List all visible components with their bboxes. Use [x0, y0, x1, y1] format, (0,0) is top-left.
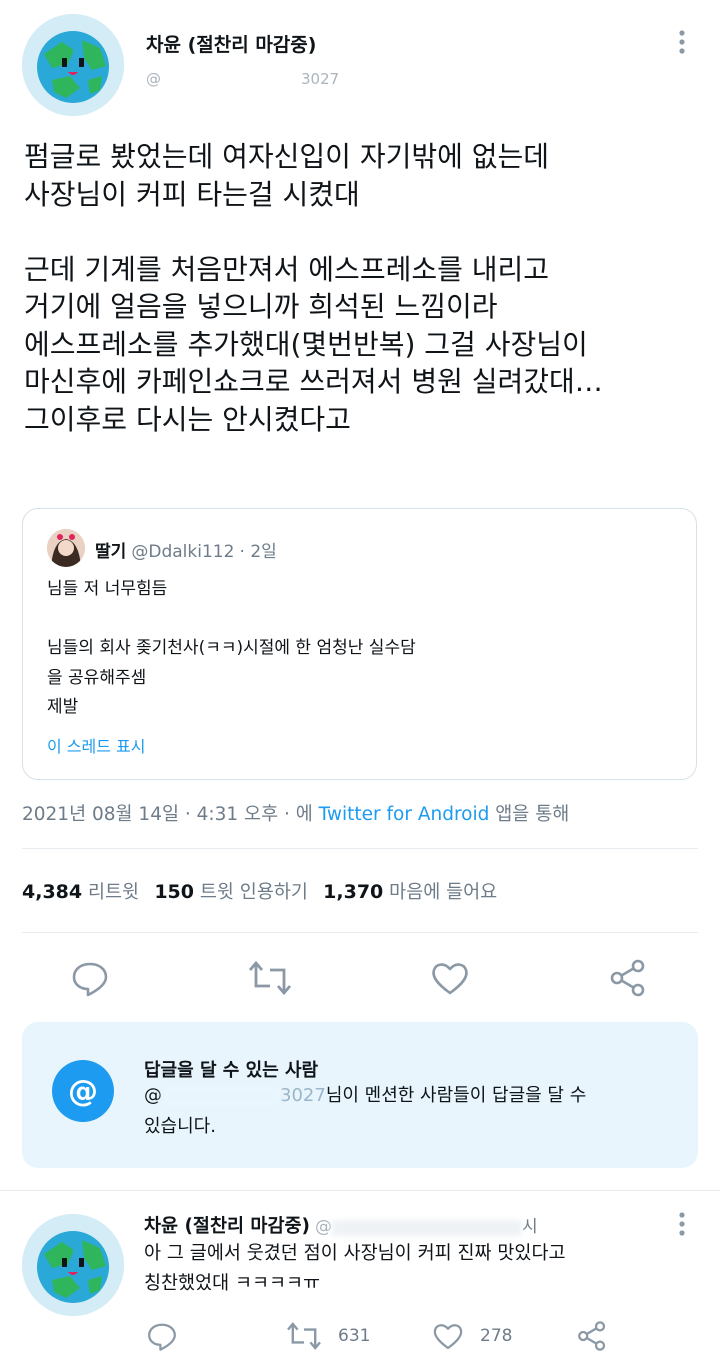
- reply-retweet-icon[interactable]: [286, 1320, 322, 1352]
- earth-mascot-avatar-image: [22, 1214, 124, 1316]
- reply-author-name[interactable]: 차윤 (절찬리 마감중): [144, 1216, 310, 1237]
- reply-author-avatar[interactable]: [22, 1214, 124, 1316]
- retweets-stat[interactable]: 4,384 리트윗: [22, 881, 140, 903]
- quoted-avatar-image: [47, 529, 85, 567]
- reply-share-icon[interactable]: [576, 1320, 608, 1352]
- quoted-tweet-card[interactable]: 딸기 @Ddalki112 · 2일 님들 저 너무힘듬 님들의 회사 좆기천사…: [22, 508, 697, 780]
- likes-count: 1,370: [323, 881, 384, 903]
- author-handle-tail: 3027: [301, 70, 340, 88]
- share-icon[interactable]: [608, 958, 648, 998]
- reply-restriction-body: @3027님이 멘션한 사람들이 답글을 달 수 있습니다.: [144, 1080, 674, 1142]
- restriction-handle-partial[interactable]: 3027: [280, 1085, 326, 1106]
- quoted-tweet-time: · 2일: [239, 542, 277, 562]
- likes-stat[interactable]: 1,370 마음에 들어요: [323, 881, 498, 903]
- reply-restriction-line2: 있습니다.: [144, 1116, 216, 1137]
- divider: [0, 1190, 720, 1191]
- divider: [22, 932, 698, 933]
- author-handle[interactable]: @3027: [146, 70, 339, 88]
- reply-author-handle[interactable]: @: [315, 1217, 332, 1237]
- retweet-icon[interactable]: [248, 958, 292, 998]
- reply-time: 시: [522, 1217, 538, 1237]
- reply-restriction-line1: 님이 멘션한 사람들이 답글을 달 수: [325, 1085, 587, 1106]
- quoted-author-name[interactable]: 딸기: [95, 542, 126, 562]
- reply-more-options-icon[interactable]: [672, 1210, 692, 1238]
- reply-like-count: 278: [480, 1326, 513, 1346]
- quoted-author-handle[interactable]: @Ddalki112: [131, 542, 234, 562]
- show-thread-link[interactable]: 이 스레드 표시: [47, 733, 146, 757]
- earth-mascot-avatar-image: [22, 14, 124, 116]
- quoted-author-avatar[interactable]: [47, 529, 85, 567]
- tweet-timestamp: 2021년 08월 14일 · 4:31 오후 · 에 Twitter for …: [22, 800, 569, 826]
- source-link[interactable]: Twitter for Android: [319, 804, 490, 825]
- reply-text: 아 그 글에서 웃겼던 점이 사장님이 커피 진짜 맛있다고 칭찬했었대 ㅋㅋㅋ…: [144, 1243, 566, 1294]
- reply-restriction-title: 답글을 달 수 있는 사람: [144, 1060, 319, 1081]
- like-icon[interactable]: [430, 958, 470, 998]
- quotes-count: 150: [154, 881, 194, 903]
- restriction-handle-prefix[interactable]: @: [144, 1085, 162, 1106]
- reply-retweet-count: 631: [338, 1326, 371, 1346]
- tweet-stats: 4,384 리트윗 150 트윗 인용하기 1,370 마음에 들어요: [22, 878, 497, 904]
- reply-icon[interactable]: [70, 958, 110, 998]
- timestamp-text: 2021년 08월 14일 · 4:31 오후 · 에: [22, 804, 313, 825]
- source-suffix: 앱을 통해: [495, 804, 570, 825]
- author-name[interactable]: 차윤 (절찬리 마감중): [146, 30, 316, 57]
- author-handle-prefix: @: [146, 70, 161, 88]
- quotes-stat[interactable]: 150 트윗 인용하기: [154, 881, 308, 903]
- tweet-text: 펌글로 봤었는데 여자신입이 자기밖에 없는데 사장님이 커피 타는걸 시켰대 …: [24, 140, 603, 436]
- author-avatar[interactable]: [22, 14, 124, 116]
- quotes-label: 트윗 인용하기: [199, 882, 308, 903]
- quoted-tweet-text: 님들 저 너무힘듬 님들의 회사 좆기천사(ㅋㅋ)시절에 한 엄청난 실수담 을…: [47, 579, 416, 717]
- retweets-count: 4,384: [22, 881, 83, 903]
- more-options-icon[interactable]: [672, 28, 692, 56]
- at-icon: @: [52, 1060, 114, 1122]
- reply-like-icon[interactable]: [432, 1320, 464, 1352]
- likes-label: 마음에 들어요: [389, 882, 498, 903]
- reply-reply-icon[interactable]: [146, 1320, 178, 1352]
- reply-restriction-box: @ 답글을 달 수 있는 사람 @3027님이 멘션한 사람들이 답글을 달 수…: [22, 1022, 698, 1168]
- retweets-label: 리트윗: [88, 882, 140, 903]
- divider: [22, 848, 698, 849]
